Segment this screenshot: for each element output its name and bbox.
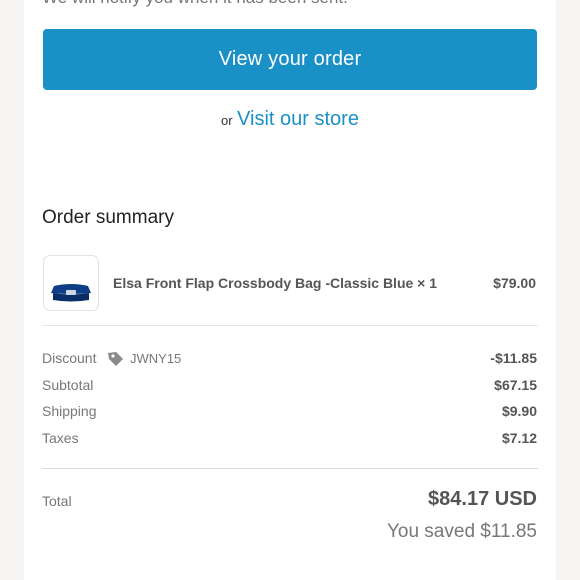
bag-thumbnail-icon: [51, 284, 91, 302]
product-thumbnail: [43, 255, 99, 311]
subtotal-value: $67.15: [494, 377, 537, 393]
divider: [42, 325, 538, 326]
savings-text: You saved $11.85: [386, 521, 537, 542]
subtotal-row: Subtotal $67.15: [42, 377, 537, 395]
divider: [42, 468, 538, 469]
item-price: $79.00: [493, 275, 536, 291]
view-order-button[interactable]: View your order: [43, 29, 537, 90]
shipping-row: Shipping $9.90: [42, 403, 537, 421]
store-link-line: or Visit our store: [0, 108, 580, 131]
taxes-row: Taxes $7.12: [42, 430, 537, 448]
shipping-label: Shipping: [42, 403, 97, 419]
discount-value: -$11.85: [490, 350, 537, 366]
tag-icon: [106, 350, 124, 373]
notify-text: We will notify you when it has been sent…: [42, 0, 348, 8]
order-summary-title: Order summary: [42, 207, 174, 228]
or-text: or: [221, 113, 233, 128]
total-label: Total: [42, 493, 72, 509]
discount-label: Discount: [42, 350, 97, 366]
taxes-value: $7.12: [501, 430, 537, 446]
taxes-label: Taxes: [42, 430, 79, 446]
subtotal-label: Subtotal: [42, 377, 94, 393]
item-name: Elsa Front Flap Crossbody Bag -Classic B…: [113, 275, 438, 291]
shipping-value: $9.90: [501, 403, 537, 419]
total-value: $84.17 USD: [428, 488, 537, 510]
discount-row: Discount JWNY15 -$11.85: [42, 350, 537, 368]
visit-store-link[interactable]: Visit our store: [237, 108, 359, 130]
discount-code: JWNY15: [130, 351, 182, 366]
